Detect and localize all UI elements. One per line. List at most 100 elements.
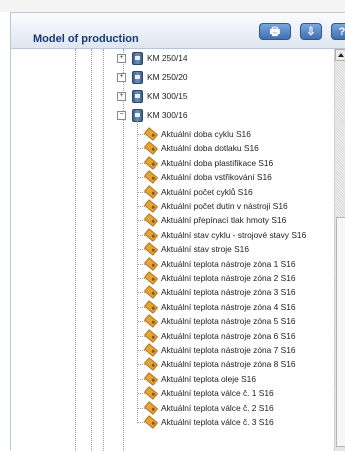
pin-button[interactable]: ⇩ [300,23,322,40]
tree-guide-line [138,206,145,207]
tree-node-tag[interactable]: Aktuální počet cyklů S16 [11,184,331,199]
tree-node-label: Aktuální doba plastifikace S16 [161,157,274,168]
tag-icon [143,415,159,429]
tree-guide-line [138,321,145,323]
tree-guide-line [138,393,145,395]
tag-icon [143,357,159,372]
expand-icon[interactable]: + [117,92,126,101]
tree-node-tag[interactable]: Aktuální teplota nástroje zóna 7 S16 [11,343,331,357]
tag-icon [143,170,159,185]
tree-node-label: Aktuální počet cyklů S16 [161,186,253,197]
tag-icon [143,184,159,199]
tree-node-label: Aktuální teplota nástroje zóna 6 S16 [161,330,296,341]
tree-node-label: Aktuální teplota nástroje zóna 3 S16 [161,287,296,298]
tree-node-label: Aktuální teplota oleje S16 [161,373,256,384]
tree-guide-line [138,148,145,150]
tree-node-tag[interactable]: Aktuální doba cyklu S16 [11,127,331,141]
production-tree: + KM 250/14 + KM 250/20 + KM 300/15 − KM 300/16… [11,49,334,451]
database-icon [132,71,143,84]
tree-node-tag[interactable]: Aktuální teplota nástroje zóna 2 S16 [11,271,331,285]
tree-node-tag[interactable]: Aktuální teplota oleje S16 [11,371,331,386]
tree-node-tag[interactable]: Aktuální teplota nástroje zóna 8 S16 [11,357,331,372]
tree-guide-line [138,134,145,135]
tree-node-tag[interactable]: Aktuální přepínací tlak hmoty S16 [11,213,331,228]
tree-node-label: KM 300/15 [147,91,188,101]
tree-node-label: Aktuální teplota válce č. 2 S16 [161,402,274,413]
tree-node-tag[interactable]: Aktuální teplota nástroje zóna 4 S16 [11,299,331,314]
print-icon: 🖶 [269,26,281,38]
tree-node-tag[interactable]: Aktuální doba plastifikace S16 [11,155,331,170]
tree-node-tag[interactable]: Aktuální teplota nástroje zóna 5 S16 [11,314,331,329]
tree-node-tag[interactable]: Aktuální doba dotlaku S16 [11,141,331,156]
tree-guide-line [138,220,145,222]
tree-node-label: Aktuální teplota nástroje zóna 7 S16 [161,345,296,355]
tag-icon [143,256,159,271]
tree-node-label: Aktuální teplota nástroje zóna 8 S16 [161,359,296,370]
tree-node-tag[interactable]: Aktuální teplota nástroje zóna 6 S16 [11,328,331,343]
tree-node-tag[interactable]: Aktuální teplota válce č. 2 S16 [11,400,331,415]
tree-node-label: Aktuální přepínací tlak hmoty S16 [161,215,287,226]
tree-guide-line [138,350,145,351]
tag-icon [143,227,159,242]
tree-node-tag[interactable]: Aktuální teplota nástroje zóna 3 S16 [11,285,331,300]
tag-icon [143,141,159,156]
tree-node-tag[interactable]: Aktuální teplota válce č. 1 S16 [11,386,331,401]
tree-node-tag[interactable]: Aktuální teplota válce č. 3 S16 [11,415,331,429]
tree-node-tag[interactable]: Aktuální počet dutin v nástroji S16 [11,199,331,213]
print-button[interactable]: 🖶 [259,23,291,40]
tag-icon [143,314,159,329]
vertical-scrollbar[interactable] [334,49,345,451]
tree-node-machine[interactable]: + KM 300/15 [11,89,331,103]
tag-icon [143,199,159,213]
collapse-icon[interactable]: − [117,111,126,120]
tree-node-machine[interactable]: + KM 250/20 [11,70,331,84]
tree-node-tag[interactable]: Aktuální doba vstřikování S16 [11,170,331,185]
tag-icon [143,242,159,257]
tree-guide-line [138,422,145,423]
tag-icon [143,343,159,357]
tree-node-label: Aktuální teplota nástroje zóna 1 S16 [161,258,296,269]
panel-header: Model of production 🖶 ⇩ ? [11,13,345,49]
tree-node-label: Aktuální teplota válce č. 1 S16 [161,388,274,399]
tree-node-label: KM 300/16 [147,110,188,120]
panel-title: Model of production [33,33,139,45]
tag-icon [143,127,159,141]
tree-node-machine[interactable]: − KM 300/16 [11,108,331,122]
tree-guide-line [138,249,145,251]
tree-guide-line [138,278,145,279]
tree-node-label: Aktuální teplota válce č. 3 S16 [161,417,274,427]
tree-node-label: Aktuální teplota nástroje zóna 5 S16 [161,316,296,327]
top-strip [0,0,345,12]
tag-icon [143,328,159,343]
tree-node-label: KM 250/20 [147,72,188,82]
tree-node-machine[interactable]: + KM 250/14 [11,51,331,65]
tree-guide-line [138,292,145,294]
expand-icon[interactable]: + [117,54,126,63]
expand-icon[interactable]: + [117,73,126,82]
database-icon [132,90,143,103]
database-icon [132,52,143,65]
tree-node-label: Aktuální teplota nástroje zóna 2 S16 [161,273,296,283]
tree-guide-line [138,364,145,366]
scroll-thumb[interactable] [336,217,345,447]
tag-icon [143,155,159,170]
tag-icon [143,299,159,314]
tag-icon [143,285,159,300]
tree-node-label: Aktuální stav stroje S16 [161,244,249,255]
help-icon: ? [338,26,345,38]
tree-node-tag[interactable]: Aktuální stav stroje S16 [11,242,331,257]
tree-node-label: Aktuální doba cyklu S16 [161,129,251,139]
scroll-up-button[interactable] [335,49,345,61]
tree-guide-line [138,177,145,179]
tree-node-label: Aktuální počet dutin v nástroji S16 [161,201,288,211]
tree-node-label: Aktuální teplota nástroje zóna 4 S16 [161,301,296,312]
tree-node-tag[interactable]: Aktuální stav cyklu - strojové stavy S16 [11,227,331,242]
tag-icon [143,371,159,386]
tag-icon [143,386,159,401]
production-model-panel: Model of production 🖶 ⇩ ? + KM 250/14 + KM … [10,12,345,451]
tree-node-label: KM 250/14 [147,53,188,63]
help-button[interactable]: ? [331,23,345,40]
tree-node-tag[interactable]: Aktuální teplota nástroje zóna 1 S16 [11,256,331,271]
tag-icon [143,213,159,228]
tree-node-label: Aktuální doba vstřikování S16 [161,172,272,183]
